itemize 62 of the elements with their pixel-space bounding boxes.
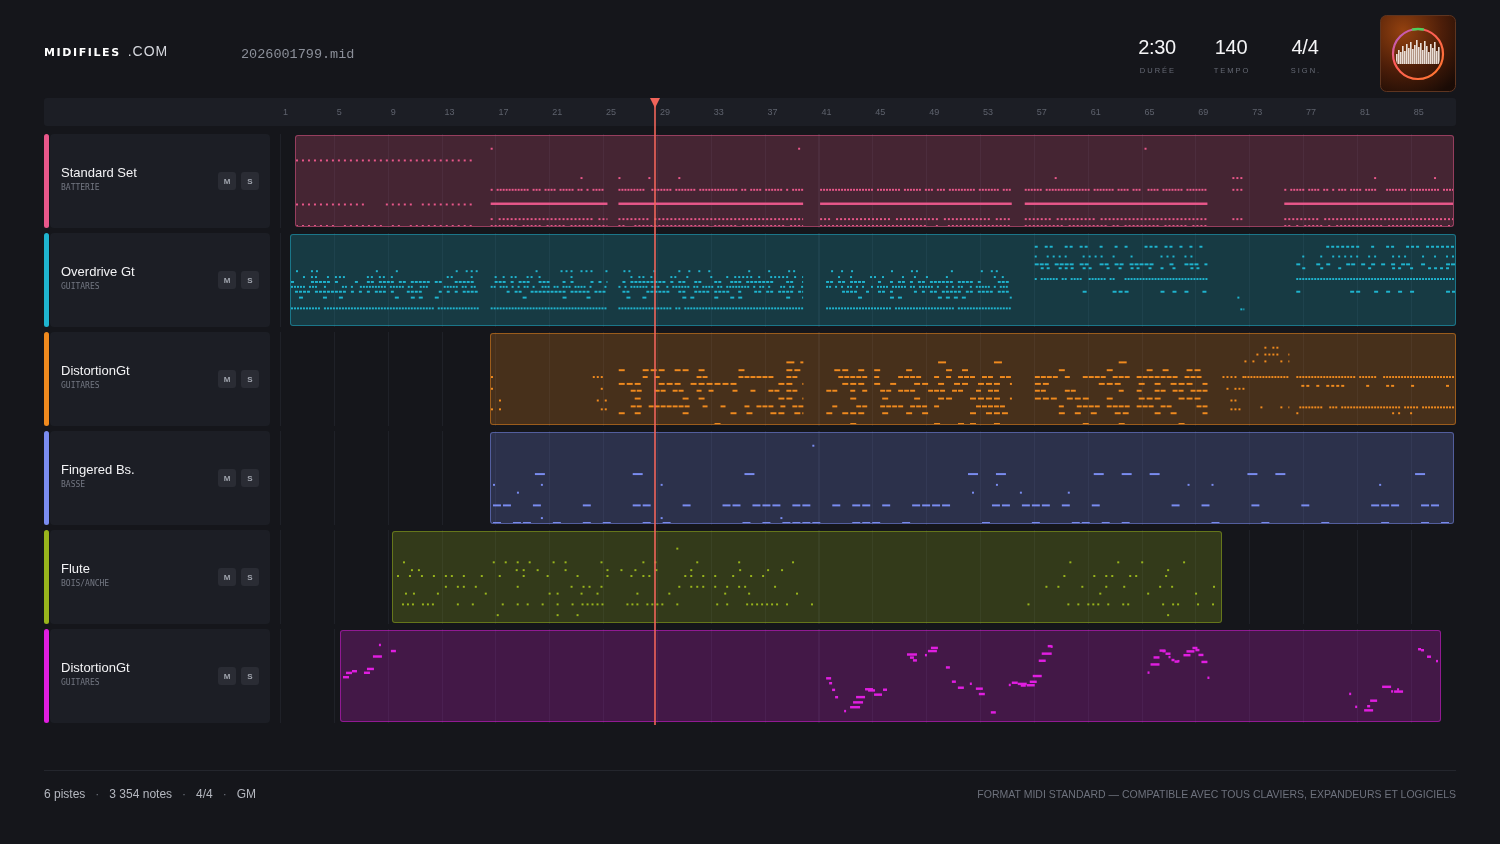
bar-number: 81 — [1359, 107, 1370, 117]
logo-wordmark: MIDIFILES — [44, 46, 121, 59]
bar-number: 13 — [444, 107, 455, 117]
mute-button[interactable]: M — [218, 370, 236, 388]
track-name: DistortionGt — [61, 362, 130, 378]
bar-number: 85 — [1413, 107, 1424, 117]
bar-number: 69 — [1198, 107, 1209, 117]
mute-button[interactable]: M — [218, 469, 236, 487]
format-note: FORMAT MIDI STANDARD — COMPATIBLE AVEC TOUS CLAVIERS, EXPANDEURS ET LOGICIELS — [977, 788, 1456, 800]
mute-button[interactable]: M — [218, 568, 236, 586]
bar-number: 37 — [767, 107, 778, 117]
track-name: Flute — [61, 560, 91, 576]
separator-dot: · — [222, 787, 227, 801]
track-name: DistortionGt — [61, 659, 130, 675]
track-category: GUITARES — [61, 380, 101, 390]
file-name: 2026001799.mid — [241, 46, 355, 62]
stat-value: 4/4 — [1291, 36, 1319, 58]
track-category: BOIS/ANCHE — [61, 578, 110, 588]
track-category: BASSE — [61, 479, 87, 489]
stat-value: 140 — [1214, 36, 1248, 58]
bar-number: 1 — [283, 107, 288, 117]
stat-value: 2:30 — [1138, 36, 1176, 58]
bar-number: 77 — [1306, 107, 1317, 117]
footer-stat: 4/4 — [196, 787, 213, 801]
bar-number: 41 — [821, 107, 832, 117]
solo-button[interactable]: S — [241, 370, 259, 388]
bar-number: 73 — [1252, 107, 1263, 117]
footer-stat: GM — [236, 787, 257, 801]
track-category: GUITARES — [61, 281, 101, 291]
mute-button[interactable]: M — [218, 271, 236, 289]
solo-button[interactable]: S — [241, 172, 259, 190]
mute-button[interactable]: M — [218, 667, 236, 685]
bar-number: 17 — [498, 107, 509, 117]
logo-suffix: .COM — [127, 43, 169, 59]
footer-stat: 6 pistes — [44, 787, 86, 801]
bar-number: 45 — [875, 107, 886, 117]
track-name: Fingered Bs. — [61, 461, 135, 477]
track-category: BATTERIE — [61, 182, 101, 192]
solo-button[interactable]: S — [241, 469, 259, 487]
mute-button[interactable]: M — [218, 172, 236, 190]
playhead-marker[interactable] — [649, 98, 662, 725]
bar-number: 49 — [929, 107, 940, 117]
separator-dot: · — [182, 787, 187, 801]
track-name: Overdrive Gt — [61, 263, 135, 279]
bar-number: 29 — [659, 107, 670, 117]
bar-number: 5 — [336, 107, 342, 117]
bar-number: 33 — [713, 107, 724, 117]
bar-number: 25 — [606, 107, 617, 117]
solo-button[interactable]: S — [241, 667, 259, 685]
bar-number: 57 — [1036, 107, 1047, 117]
solo-button[interactable]: S — [241, 271, 259, 289]
track-category: GUITARES — [61, 677, 101, 687]
footer-stat: 3 354 notes — [109, 787, 173, 801]
bar-number: 9 — [390, 107, 396, 117]
track-name: Standard Set — [61, 164, 137, 180]
bar-number: 61 — [1090, 107, 1101, 117]
bar-number: 53 — [982, 107, 993, 117]
separator-dot: · — [95, 787, 100, 801]
bar-number: 21 — [552, 107, 563, 117]
solo-button[interactable]: S — [241, 568, 259, 586]
bar-number: 65 — [1144, 107, 1155, 117]
waveform-ring-icon — [1380, 15, 1456, 92]
